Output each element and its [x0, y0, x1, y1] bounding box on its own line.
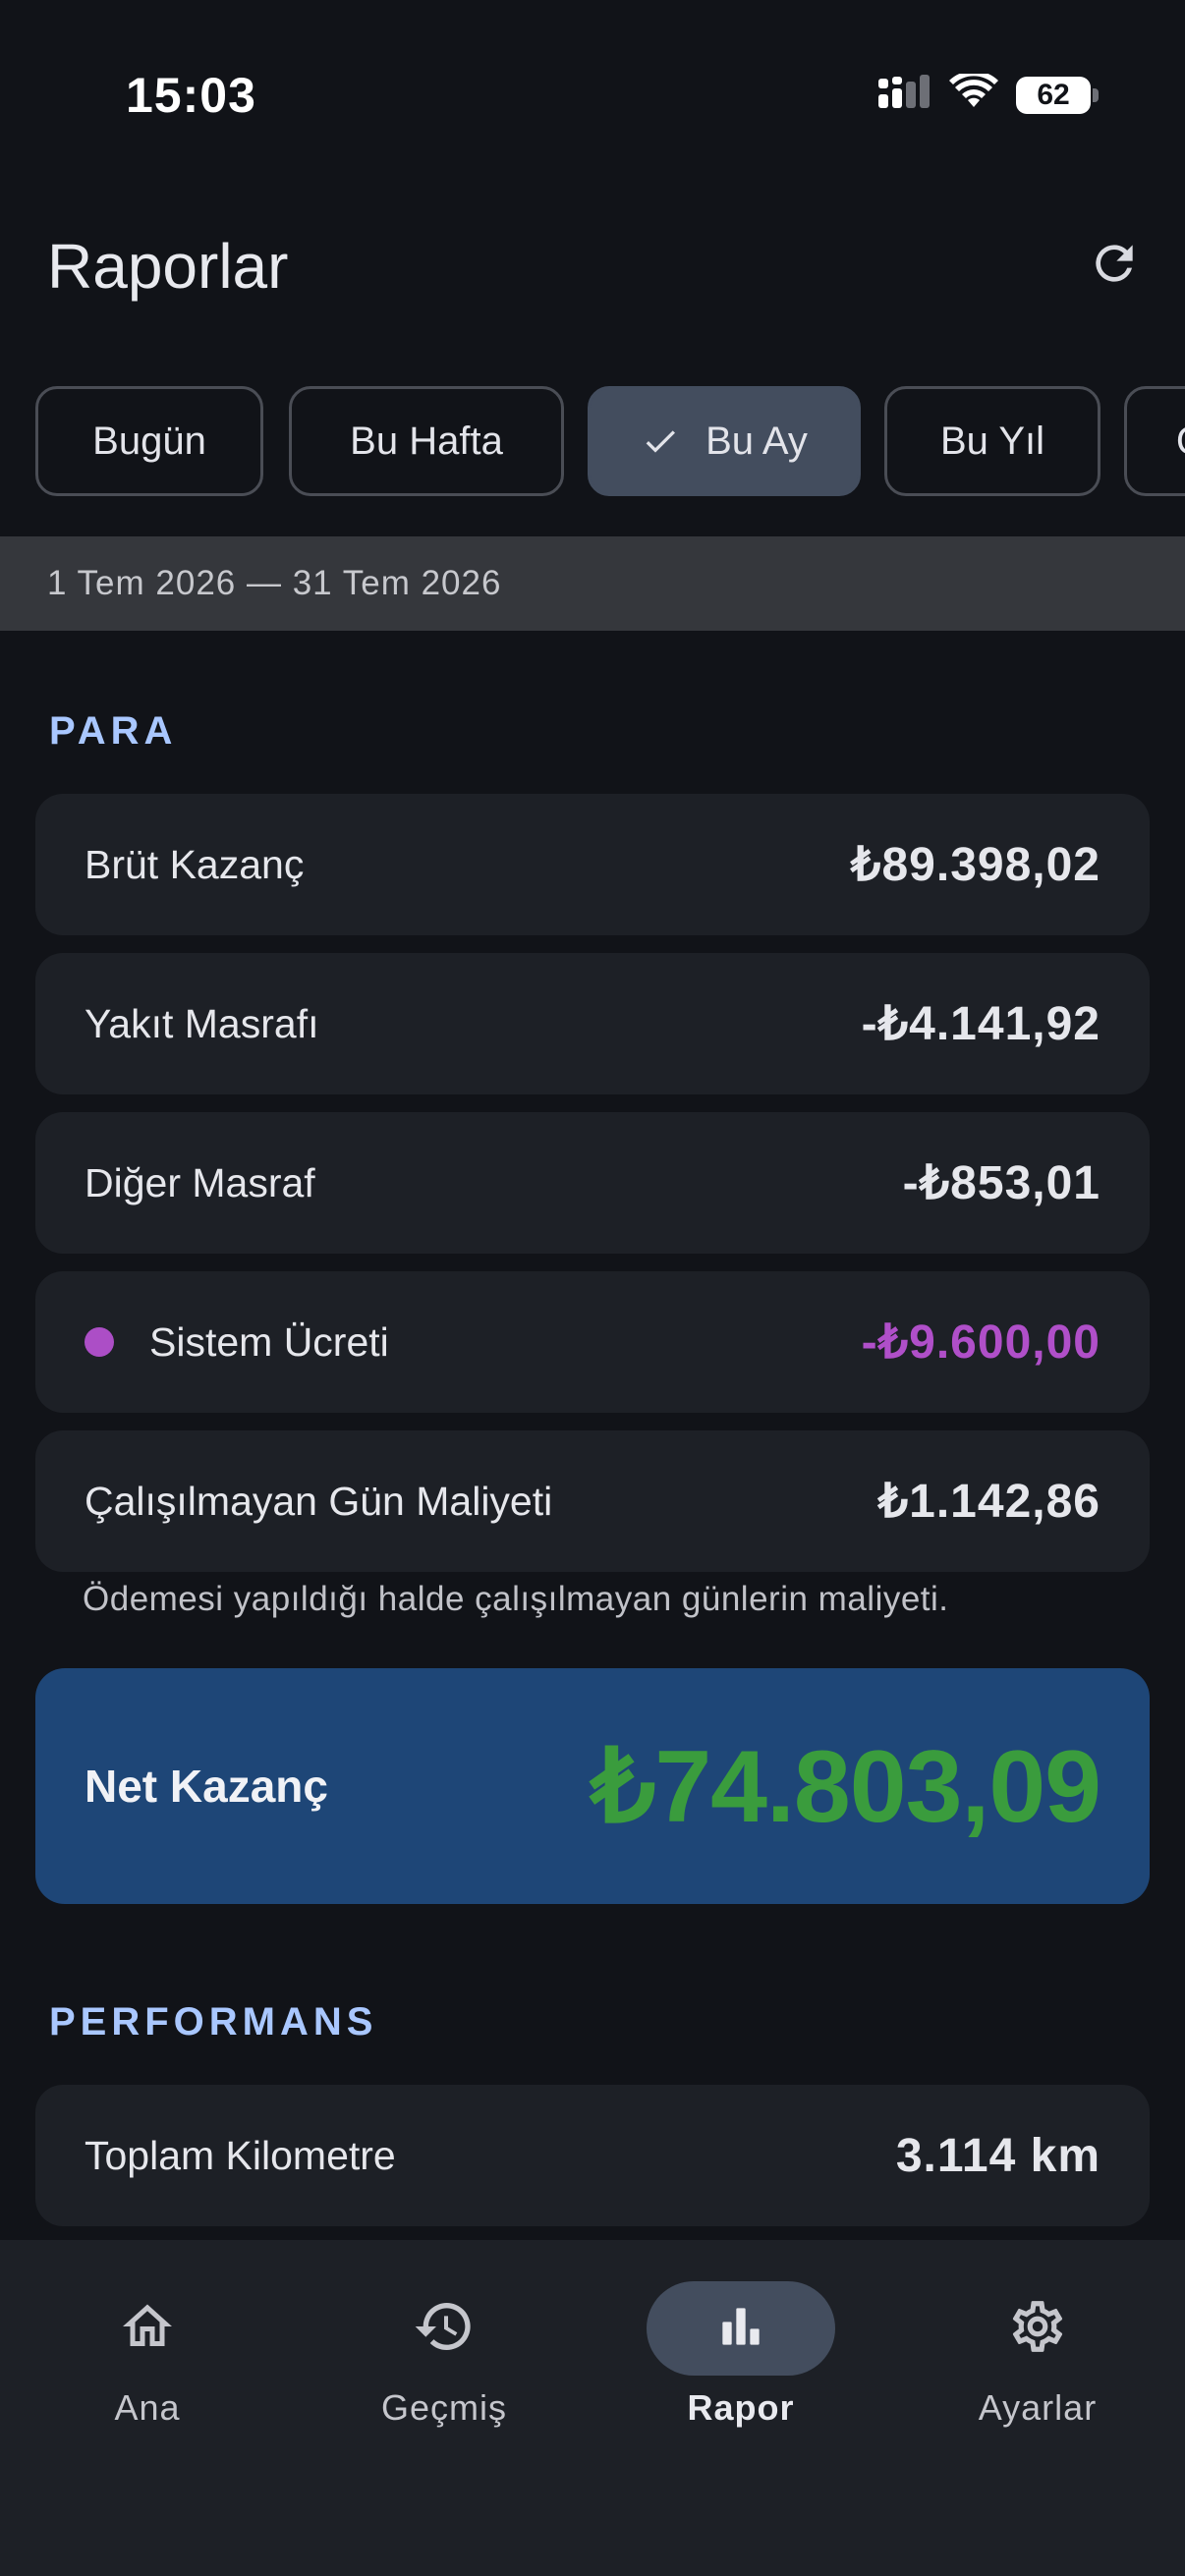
history-icon — [413, 2295, 476, 2363]
money-row-other-expense: Diğer Masraf -₺853,01 — [35, 1112, 1150, 1254]
chip-label: Bu Ay — [705, 419, 808, 463]
chip-this-month[interactable]: Bu Ay — [588, 386, 861, 496]
wifi-icon — [949, 70, 998, 116]
date-range-bar: 1 Tem 2026 — 31 Tem 2026 — [0, 536, 1185, 631]
status-icons: 62 — [876, 70, 1099, 117]
row-value: ₺89.398,02 — [850, 839, 1100, 891]
nav-item-report[interactable]: Rapor — [623, 2281, 859, 2458]
nav-label: Ayarlar — [978, 2387, 1098, 2428]
money-row-system-fee: Sistem Ücreti -₺9.600,00 — [35, 1271, 1150, 1413]
row-value: -₺9.600,00 — [861, 1316, 1100, 1369]
system-fee-dot-icon — [85, 1327, 114, 1357]
bar-chart-icon — [713, 2299, 768, 2359]
idle-day-cost-note: Ödemesi yapıldığı halde çalışılmayan gün… — [83, 1580, 949, 1618]
net-earnings-value: ₺74.803,09 — [591, 1730, 1101, 1844]
chip-label: Bugün — [92, 419, 206, 463]
row-label: Toplam Kilometre — [85, 2132, 396, 2178]
status-bar: 15:03 62 — [0, 0, 1185, 196]
net-earnings-card: Net Kazanç ₺74.803,09 — [35, 1668, 1150, 1904]
chip-this-year[interactable]: Bu Yıl — [884, 386, 1100, 496]
nav-item-settings[interactable]: Ayarlar — [920, 2281, 1156, 2458]
row-value: 3.114 km — [895, 2129, 1100, 2182]
nav-label: Rapor — [687, 2387, 795, 2428]
refresh-button[interactable] — [1083, 234, 1146, 297]
money-row-fuel-expense: Yakıt Masrafı -₺4.141,92 — [35, 953, 1150, 1094]
performance-row-total-km: Toplam Kilometre 3.114 km — [35, 2085, 1150, 2226]
chip-custom[interactable]: Ö — [1124, 386, 1185, 496]
status-time: 15:03 — [126, 68, 256, 123]
section-title-money: PARA — [49, 709, 178, 753]
nav-pill — [943, 2281, 1132, 2376]
section-title-performance: PERFORMANS — [49, 2000, 378, 2044]
period-filter-chips: Bugün Bu Hafta Bu Ay Bu Yıl Ö — [35, 386, 1185, 498]
row-label: Brüt Kazanç — [85, 841, 305, 887]
nav-item-history[interactable]: Geçmiş — [326, 2281, 562, 2458]
nav-pill — [53, 2281, 242, 2376]
page-title: Raporlar — [47, 231, 289, 302]
nav-pill — [350, 2281, 538, 2376]
check-icon — [641, 421, 680, 461]
chip-label: Ö — [1176, 420, 1185, 464]
chip-label: Bu Hafta — [350, 419, 503, 463]
battery-tip — [1093, 87, 1099, 102]
nav-label: Geçmiş — [380, 2387, 507, 2428]
battery-level: 62 — [1016, 76, 1091, 114]
signal-icon — [876, 73, 931, 117]
row-value: ₺1.142,86 — [877, 1476, 1100, 1528]
row-value: -₺4.141,92 — [861, 998, 1100, 1050]
row-value: -₺853,01 — [902, 1157, 1100, 1209]
nav-label: Ana — [114, 2387, 181, 2428]
money-row-idle-day-cost: Çalışılmayan Gün Maliyeti ₺1.142,86 — [35, 1430, 1150, 1572]
settings-icon — [1007, 2296, 1068, 2362]
home-icon — [118, 2297, 177, 2361]
nav-item-home[interactable]: Ana — [29, 2281, 265, 2458]
bottom-navigation: Ana Geçmiş Rapor Ayarlar — [0, 2240, 1185, 2576]
refresh-icon — [1087, 236, 1142, 296]
row-label: Çalışılmayan Gün Maliyeti — [85, 1478, 553, 1524]
row-label: Diğer Masraf — [85, 1159, 315, 1205]
row-label: Yakıt Masrafı — [85, 1000, 319, 1046]
money-row-gross-earnings: Brüt Kazanç ₺89.398,02 — [35, 794, 1150, 935]
battery-indicator: 62 — [1016, 76, 1099, 114]
nav-pill-active — [647, 2281, 835, 2376]
net-earnings-label: Net Kazanç — [85, 1761, 328, 1812]
row-label: Sistem Ücreti — [149, 1318, 389, 1365]
row-label-wrapper: Sistem Ücreti — [85, 1319, 389, 1366]
chip-this-week[interactable]: Bu Hafta — [289, 386, 564, 496]
chip-today[interactable]: Bugün — [35, 386, 263, 496]
chip-label: Bu Yıl — [940, 419, 1044, 463]
date-range-text: 1 Tem 2026 — 31 Tem 2026 — [47, 564, 502, 602]
